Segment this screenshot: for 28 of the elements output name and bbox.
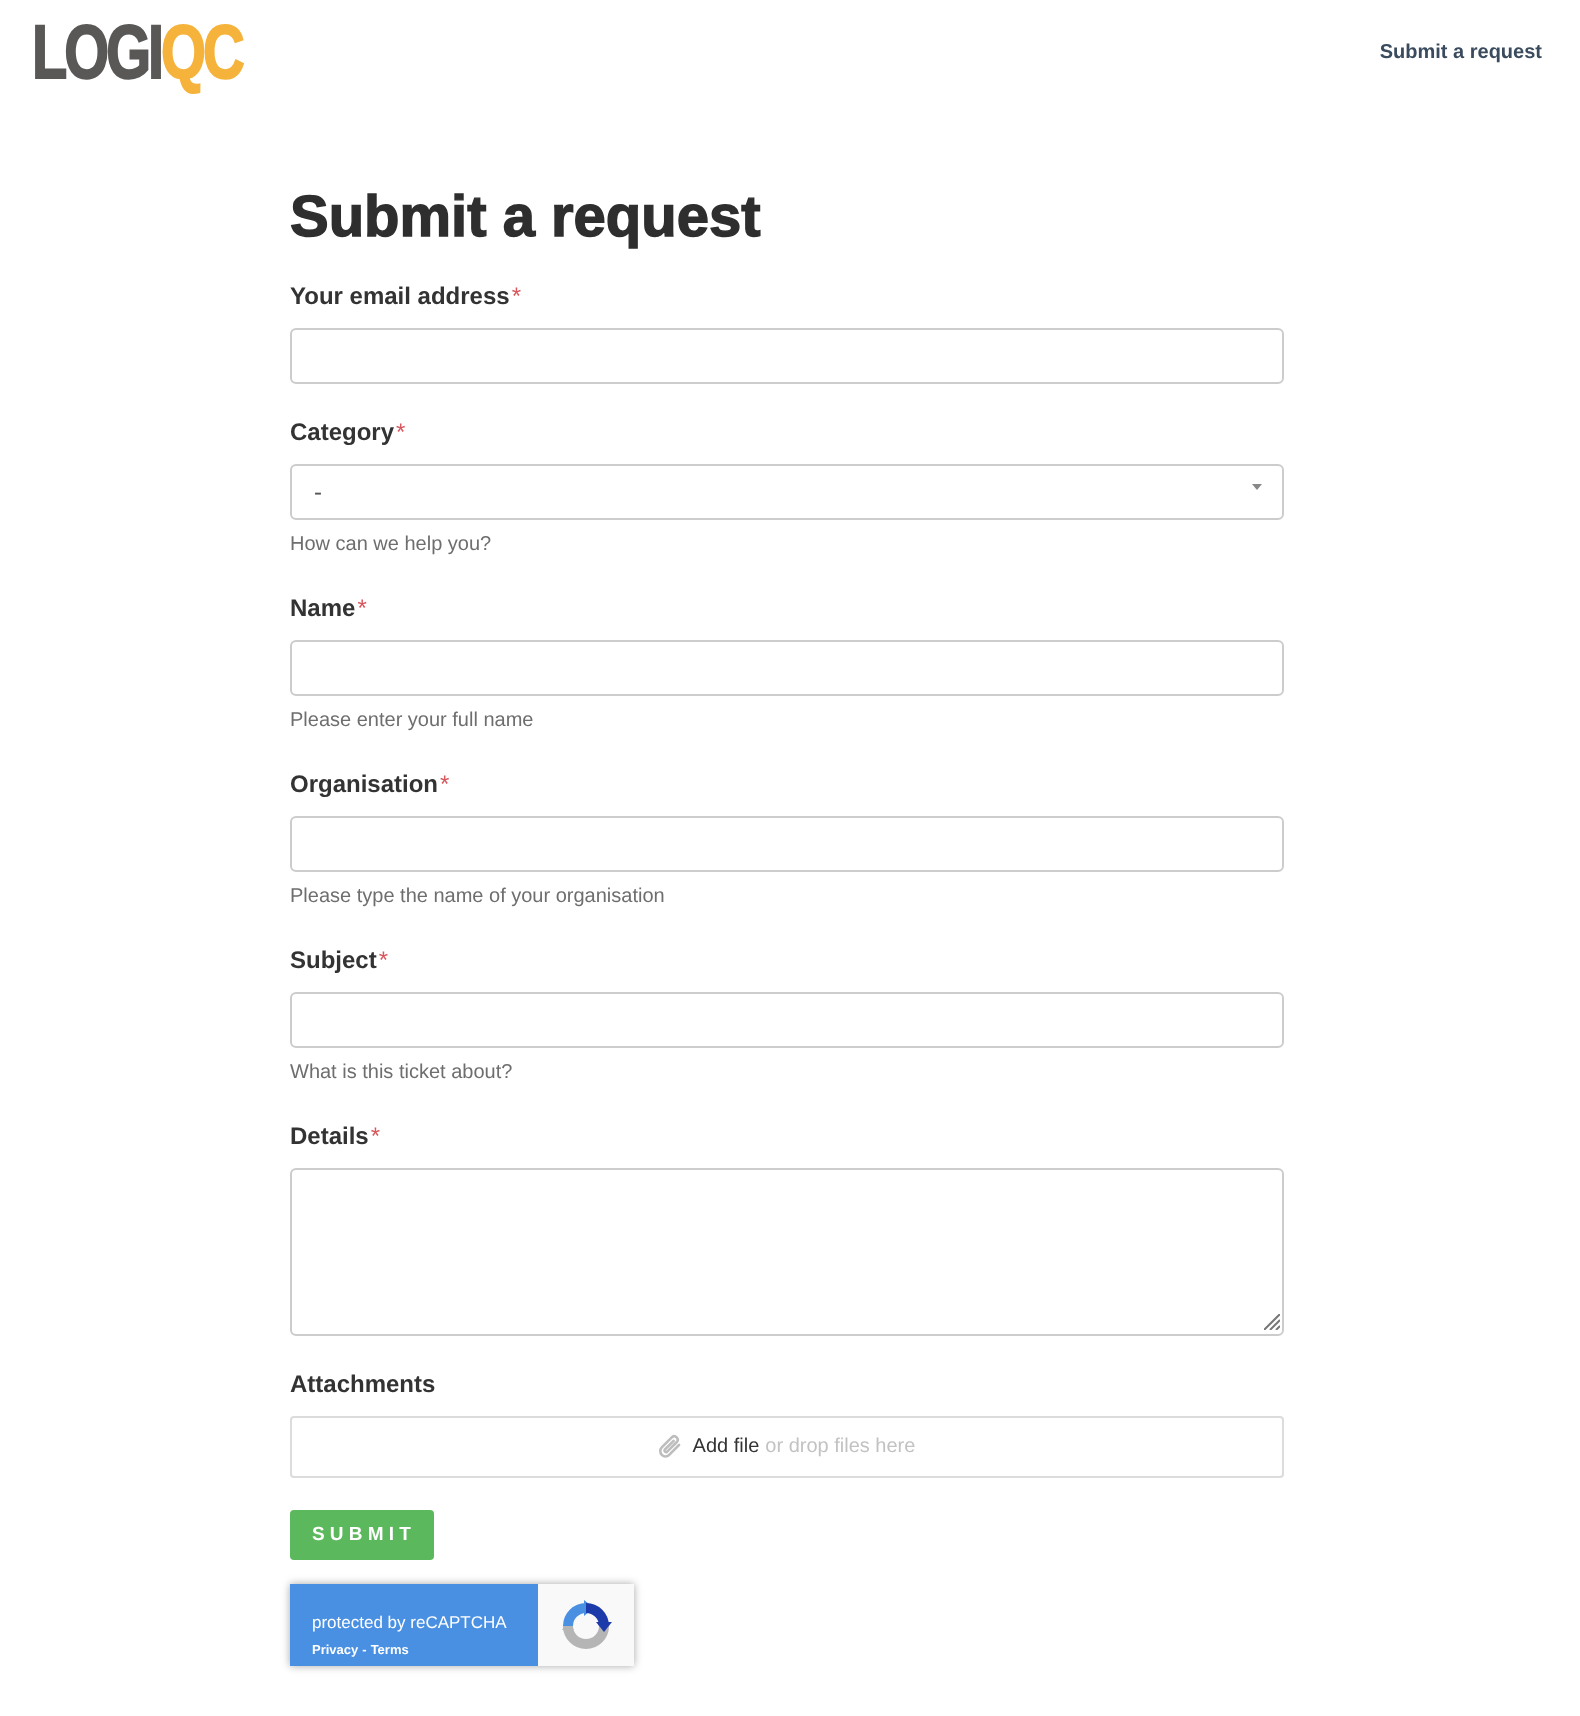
logo[interactable]: LOGIQC (32, 16, 242, 92)
caret-icon (1252, 484, 1262, 490)
nav-link[interactable]: Submit a request (1379, 40, 1542, 68)
field-label: Organisation* (290, 768, 450, 800)
paperclip-icon (658, 1434, 683, 1460)
input-field[interactable] (290, 816, 1284, 872)
select-field[interactable]: - (290, 464, 1284, 520)
field-hint: Please type the name of your organisation (290, 884, 665, 912)
field-label: Details* (290, 1120, 381, 1152)
input-field[interactable] (290, 992, 1284, 1048)
field-hint: Please enter your full name (290, 708, 534, 736)
circular-arrows-icon (558, 1597, 614, 1653)
text-area-field[interactable] (290, 1168, 1284, 1336)
field-label: Attachments (290, 1368, 436, 1400)
drop-hint-text: or drop files here (765, 1436, 916, 1458)
page-title: Submit a request (290, 184, 761, 252)
captcha-text: protected by reCAPTCHA (312, 1612, 507, 1634)
file-drop-zone[interactable]: Add file or drop files here (290, 1416, 1284, 1478)
field-label: Your email address* (290, 280, 521, 312)
field-label: Subject* (290, 944, 389, 976)
resize-grip-icon[interactable] (1264, 1314, 1280, 1330)
field-hint: What is this ticket about? (290, 1060, 513, 1088)
field-hint: How can we help you? (290, 532, 492, 560)
field-label: Category* (290, 416, 406, 448)
input-field[interactable] (290, 328, 1284, 384)
input-field[interactable] (290, 640, 1284, 696)
field-label: Name* (290, 592, 367, 624)
add-file-link[interactable]: Add file (692, 1436, 760, 1458)
